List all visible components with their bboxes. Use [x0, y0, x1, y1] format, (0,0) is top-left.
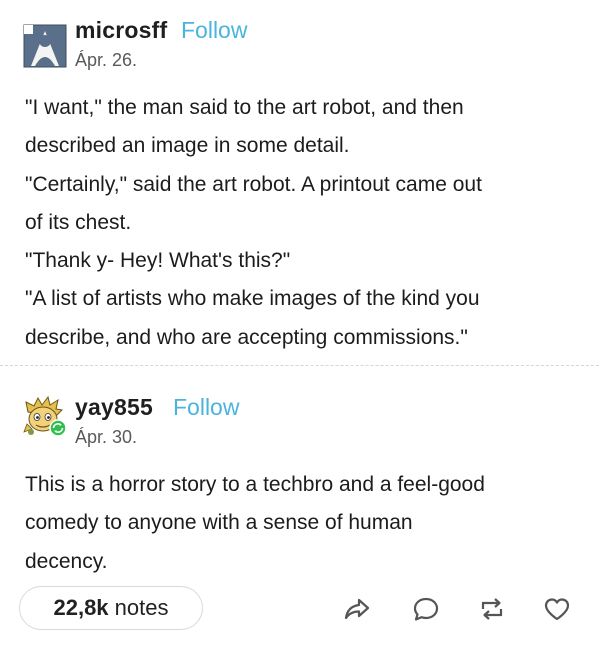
post-line: decency. [25, 549, 108, 573]
like-icon[interactable] [543, 595, 571, 623]
username[interactable]: microsff [75, 17, 167, 44]
post-line: "A list of artists who make images of th… [25, 287, 480, 311]
post-line: "I want," the man said to the art robot,… [25, 96, 464, 119]
post-yay855: yay855 Follow Ápr. 30. This is a horror … [0, 370, 599, 649]
follow-button[interactable]: Follow [173, 394, 239, 421]
post-body: "I want," the man said to the art robot,… [25, 89, 585, 357]
post-line: of its chest. [25, 210, 132, 234]
notes-button[interactable]: 22,8k notes [19, 586, 203, 630]
notes-label: notes [114, 595, 169, 620]
post-line: This is a horror story to a techbro and … [25, 473, 485, 496]
post-line: describe, and who are accepting commissi… [25, 325, 468, 349]
post-date: Ápr. 26. [75, 50, 138, 70]
notes-count: 22,8k [53, 595, 109, 620]
post-line: comedy to anyone with a sense of human [25, 511, 413, 535]
reply-icon[interactable] [412, 595, 440, 623]
post-line: described an image in some detail. [25, 134, 350, 158]
post-date: Ápr. 30. [75, 427, 138, 447]
post-divider [0, 365, 599, 366]
post-body: This is a horror story to a techbro and … [25, 466, 585, 581]
cartoon-avatar-icon[interactable] [22, 394, 66, 438]
share-icon[interactable] [343, 595, 371, 623]
post-line: "Thank y- Hey! What's this?" [25, 249, 291, 273]
user-silhouette-icon[interactable] [23, 24, 67, 68]
post-microsff: microsff Follow Ápr. 26. "I want," the m… [0, 0, 599, 364]
reblog-icon[interactable] [478, 595, 506, 623]
post-line: "Certainly," said the art robot. A print… [25, 172, 482, 196]
follow-button[interactable]: Follow [181, 17, 247, 44]
username[interactable]: yay855 [75, 394, 153, 421]
